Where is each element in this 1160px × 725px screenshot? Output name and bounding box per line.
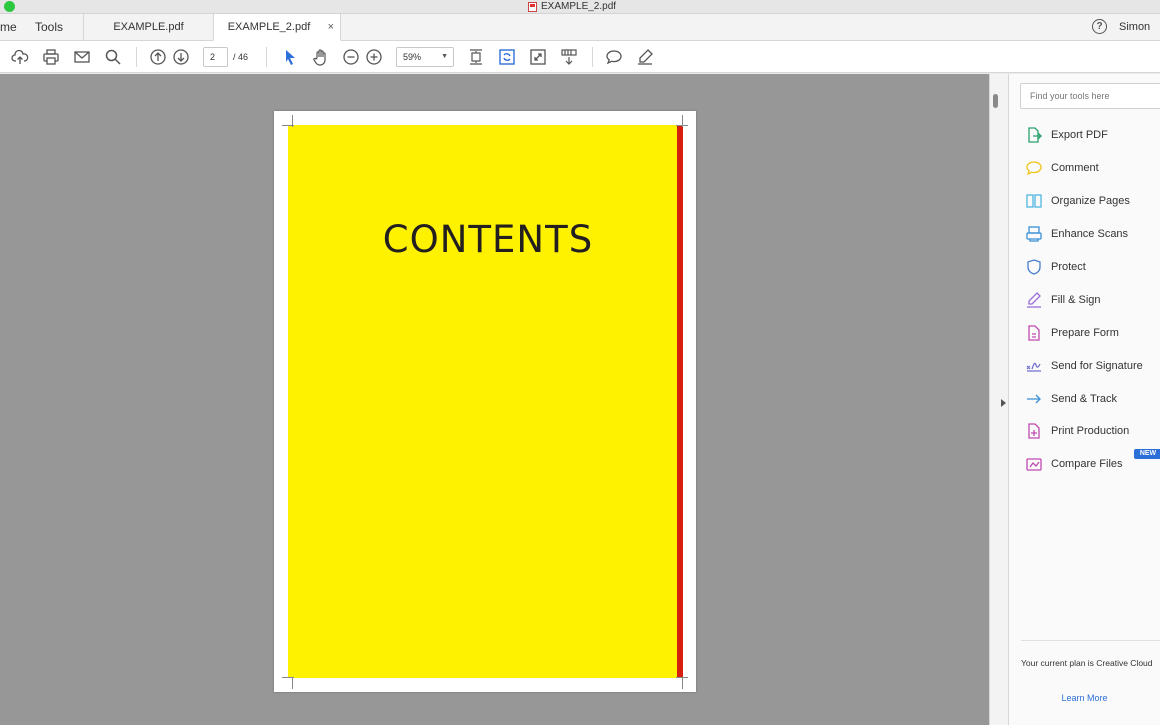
tool-protect[interactable]: Protect: [1024, 256, 1086, 278]
document-tab-label: EXAMPLE.pdf: [113, 21, 184, 33]
tool-compare-files[interactable]: Compare Files: [1024, 453, 1123, 475]
print-icon[interactable]: [41, 47, 61, 67]
export-pdf-icon: [1024, 125, 1044, 145]
scroll-mode-icon[interactable]: [559, 47, 579, 67]
scrollbar-thumb[interactable]: [993, 94, 998, 108]
document-tab[interactable]: EXAMPLE.pdf: [83, 14, 213, 41]
plan-info: Your current plan is Creative Cloud: [1021, 640, 1160, 668]
send-track-icon: [1024, 389, 1044, 409]
tools-tab[interactable]: Tools: [35, 14, 63, 40]
email-icon[interactable]: [72, 47, 92, 67]
tool-label: Organize Pages: [1051, 195, 1130, 207]
tool-organize-pages[interactable]: Organize Pages: [1024, 190, 1130, 212]
toolbar: 2 / 46 59% ▼: [0, 41, 1160, 73]
tool-label: Compare Files: [1051, 458, 1123, 470]
zoom-value: 59%: [403, 52, 422, 62]
organize-pages-icon: [1024, 191, 1044, 211]
page-number-input[interactable]: 2: [203, 47, 228, 67]
search-icon[interactable]: [103, 47, 123, 67]
document-tab-active[interactable]: EXAMPLE_2.pdf ×: [213, 14, 341, 41]
tool-label: Export PDF: [1051, 129, 1108, 141]
compare-files-icon: [1024, 454, 1044, 474]
crop-mark: [682, 677, 683, 689]
home-tab[interactable]: me: [0, 14, 17, 40]
upload-icon[interactable]: [10, 47, 30, 67]
tool-send-track[interactable]: Send & Track: [1024, 388, 1117, 410]
new-badge: NEW: [1134, 449, 1160, 459]
prepare-form-icon: [1024, 323, 1044, 343]
comment-icon[interactable]: [604, 47, 624, 67]
page-background: CONTENTS: [288, 125, 678, 678]
tool-label: Prepare Form: [1051, 327, 1119, 339]
document-tab-label: EXAMPLE_2.pdf: [227, 21, 311, 33]
document-viewer[interactable]: CONTENTS: [0, 74, 989, 725]
page-accent-stripe: [677, 125, 683, 678]
tool-label: Enhance Scans: [1051, 228, 1129, 240]
collapse-panel-icon[interactable]: [1001, 399, 1006, 407]
pdf-page[interactable]: CONTENTS: [274, 111, 696, 692]
tool-prepare-form[interactable]: Prepare Form: [1024, 322, 1119, 344]
crop-mark: [682, 115, 683, 127]
chevron-down-icon: ▼: [441, 53, 448, 60]
tool-export-pdf[interactable]: Export PDF: [1024, 124, 1108, 146]
rotate-icon[interactable]: [497, 47, 517, 67]
fit-page-icon[interactable]: [466, 47, 486, 67]
select-arrow-icon[interactable]: [280, 47, 300, 67]
help-icon[interactable]: ?: [1092, 19, 1107, 34]
tool-comment[interactable]: Comment: [1024, 157, 1099, 179]
toolbar-divider: [266, 47, 267, 67]
user-name[interactable]: Simon: [1119, 14, 1150, 40]
learn-more-link[interactable]: Learn More: [1009, 693, 1160, 703]
close-tab-icon[interactable]: ×: [328, 14, 334, 40]
zoom-in-icon[interactable]: [364, 47, 384, 67]
toolbar-divider: [592, 47, 593, 67]
crop-mark: [292, 677, 293, 689]
title-bar: EXAMPLE_2.pdf: [0, 0, 1160, 14]
tool-label: Fill & Sign: [1051, 294, 1101, 306]
pdf-file-icon: [528, 2, 537, 12]
tool-label: Comment: [1051, 162, 1099, 174]
tools-search-input[interactable]: Find your tools here: [1020, 83, 1160, 109]
tools-panel: Find your tools here Export PDF Comment …: [1009, 74, 1160, 725]
fullscreen-icon[interactable]: [528, 47, 548, 67]
window-zoom-button[interactable]: [4, 1, 15, 12]
fill-sign-icon: [1024, 290, 1044, 310]
toolbar-divider: [136, 47, 137, 67]
tool-label: Protect: [1051, 261, 1086, 273]
window-title-text: EXAMPLE_2.pdf: [541, 1, 617, 12]
tool-label: Send for Signature: [1051, 360, 1143, 372]
send-signature-icon: [1024, 356, 1044, 376]
page-up-icon[interactable]: [148, 47, 168, 67]
zoom-out-icon[interactable]: [341, 47, 361, 67]
page-heading: CONTENTS: [382, 218, 594, 261]
tool-send-for-signature[interactable]: Send for Signature: [1024, 355, 1143, 377]
tool-enhance-scans[interactable]: Enhance Scans: [1024, 223, 1128, 245]
protect-shield-icon: [1024, 257, 1044, 277]
comment-icon: [1024, 158, 1044, 178]
window-title: EXAMPLE_2.pdf: [528, 0, 616, 14]
print-production-icon: [1024, 421, 1044, 441]
tool-label: Print Production: [1051, 425, 1130, 437]
crop-mark: [292, 115, 293, 127]
tool-fill-sign[interactable]: Fill & Sign: [1024, 289, 1101, 311]
highlight-pen-icon[interactable]: [635, 47, 655, 67]
enhance-scans-icon: [1024, 224, 1044, 244]
tool-print-production[interactable]: Print Production: [1024, 420, 1129, 442]
vertical-scrollbar[interactable]: [989, 74, 1009, 725]
tab-bar: me Tools EXAMPLE.pdf EXAMPLE_2.pdf × ? S…: [0, 14, 1160, 41]
page-down-icon[interactable]: [171, 47, 191, 67]
hand-icon[interactable]: [311, 47, 331, 67]
page-total: / 46: [233, 52, 249, 62]
zoom-select[interactable]: 59% ▼: [396, 47, 454, 67]
tool-label: Send & Track: [1051, 393, 1118, 405]
